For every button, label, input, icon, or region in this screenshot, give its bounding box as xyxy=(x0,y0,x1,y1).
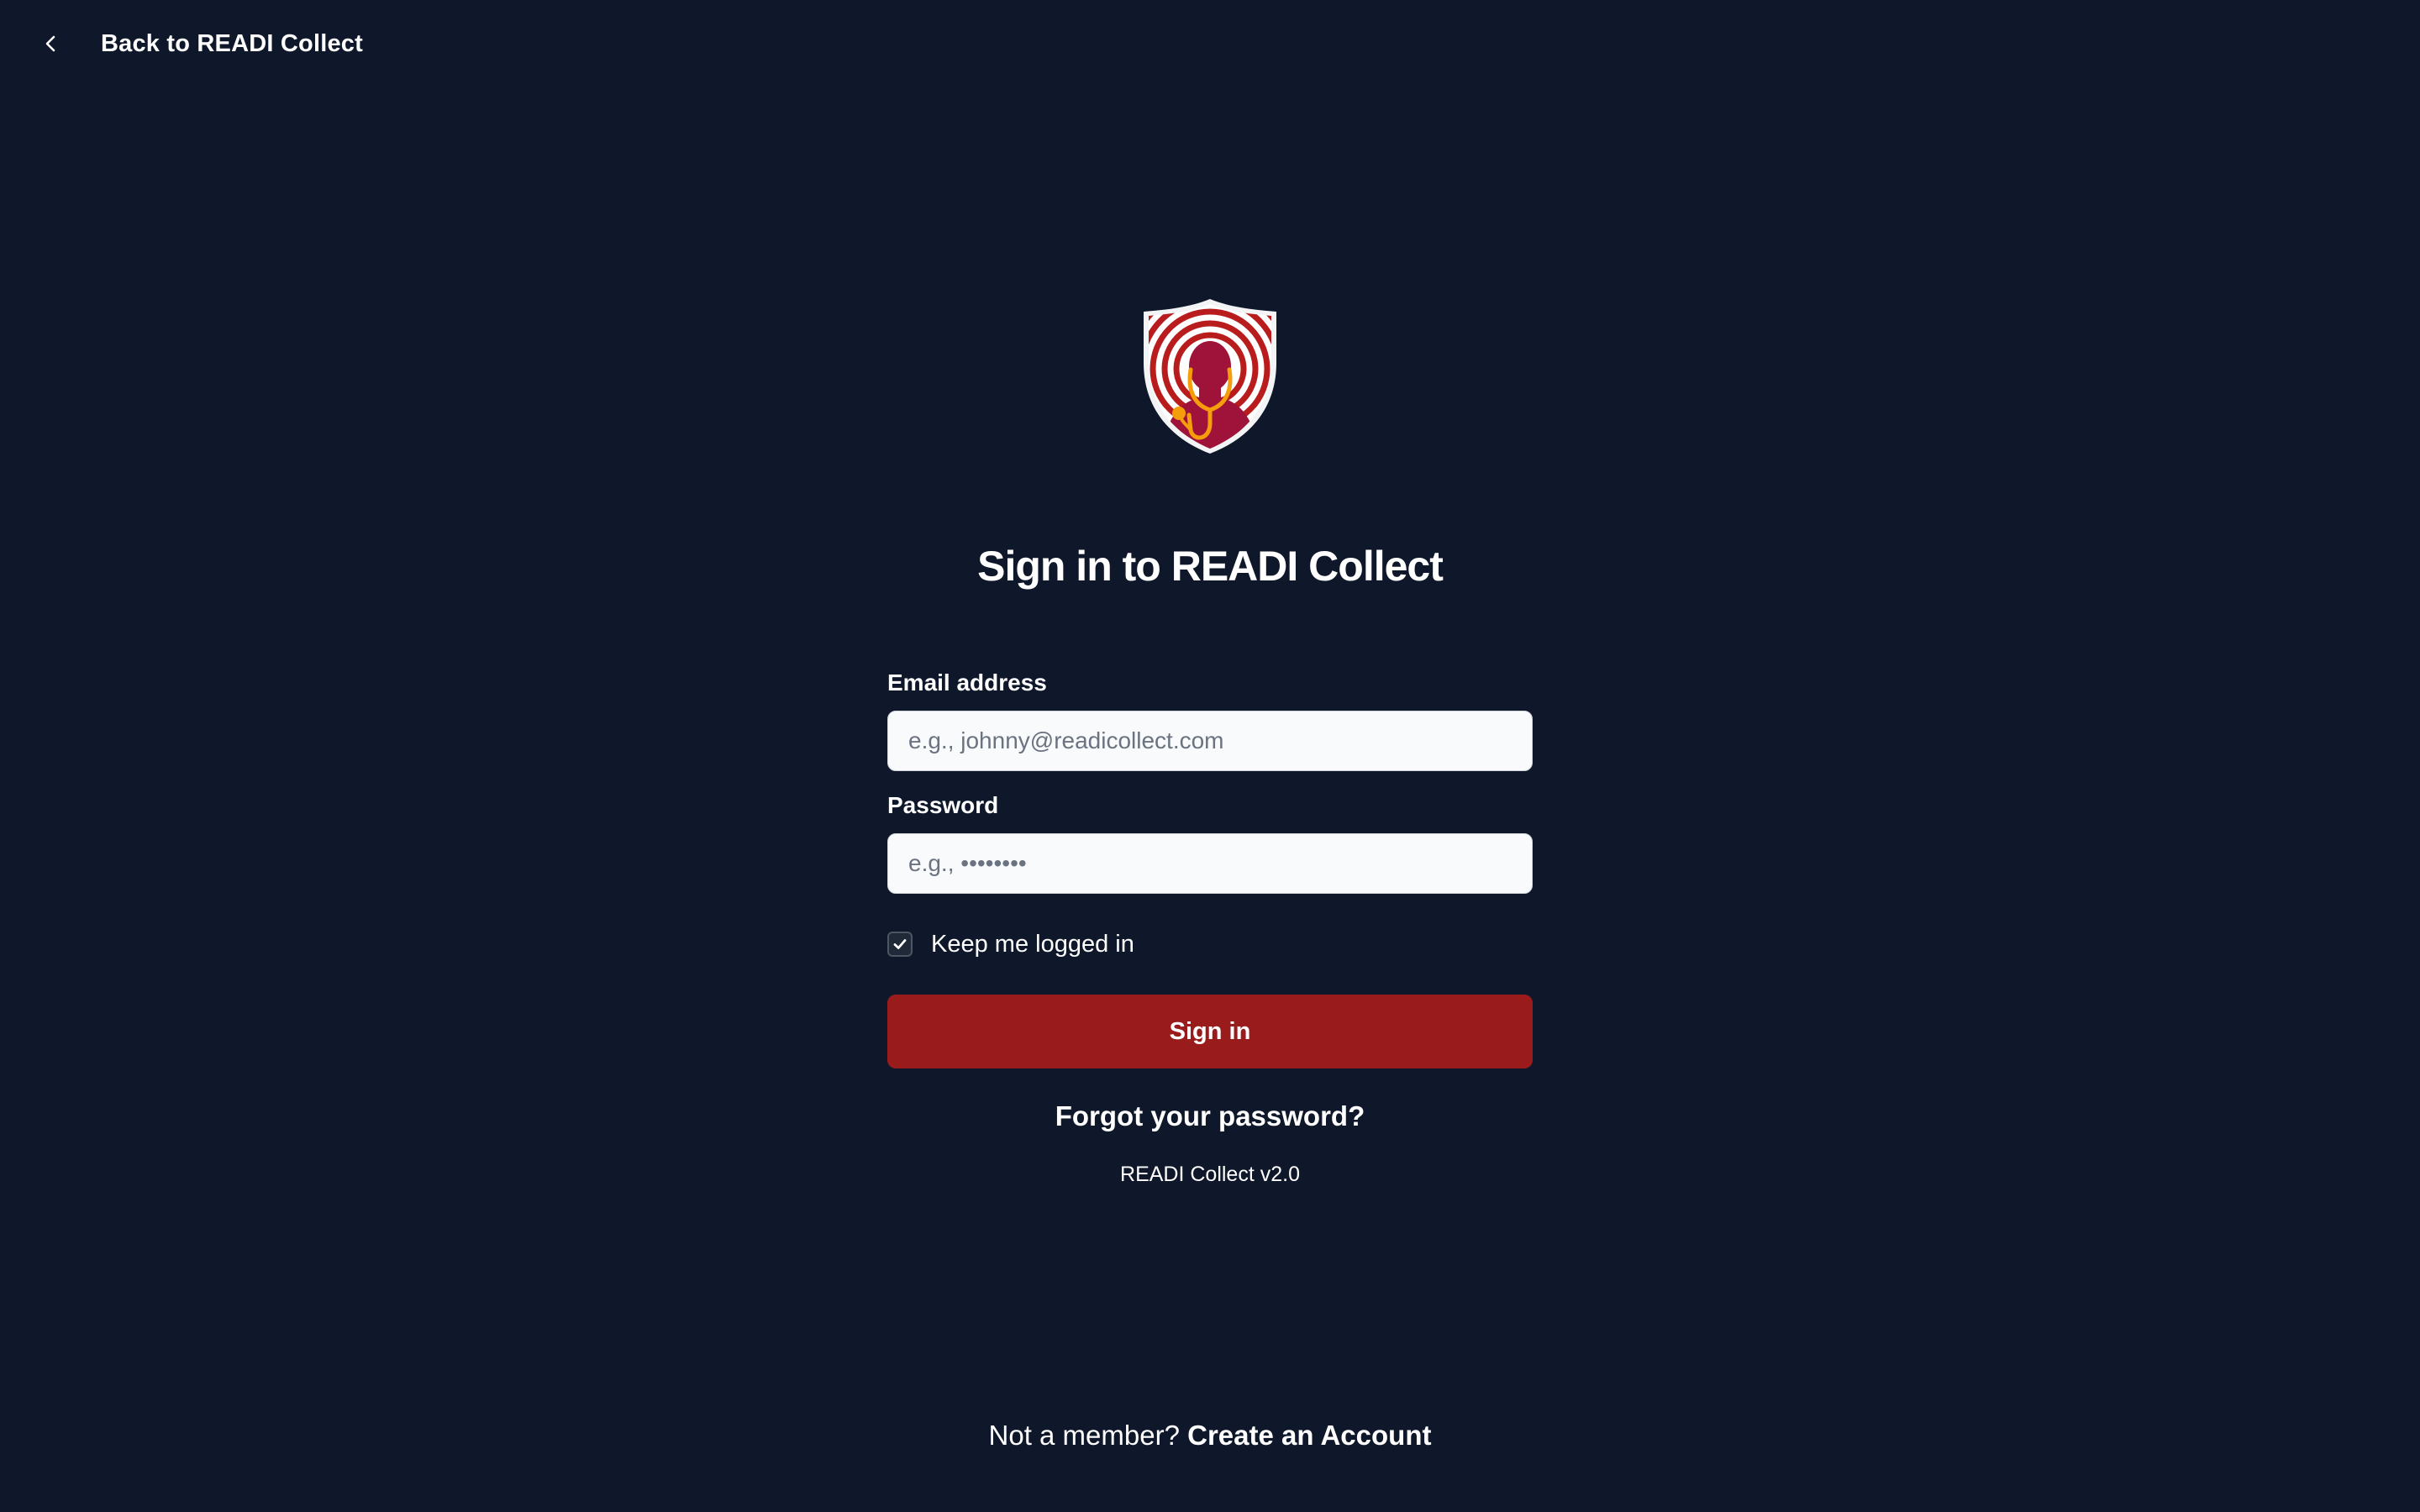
password-label: Password xyxy=(887,792,999,818)
email-field[interactable] xyxy=(887,711,1533,771)
sign-in-button[interactable]: Sign in xyxy=(887,995,1533,1068)
create-account-link[interactable]: Create an Account xyxy=(1187,1420,1431,1451)
keep-logged-in-row: Keep me logged in xyxy=(887,927,1533,961)
forgot-password-link[interactable]: Forgot your password? xyxy=(887,1100,1533,1132)
app-version: READI Collect v2.0 xyxy=(1120,1163,1300,1186)
keep-logged-in-checkbox[interactable] xyxy=(887,932,913,957)
back-link-label: Back to READI Collect xyxy=(101,29,363,57)
sign-in-page: Back to READI Collect Sign in to READI C… xyxy=(0,0,2420,1512)
checkmark-icon xyxy=(893,939,907,949)
page-title: Sign in to READI Collect xyxy=(977,543,1444,590)
keep-logged-in-label[interactable]: Keep me logged in xyxy=(931,931,1134,958)
password-field[interactable] xyxy=(887,833,1533,894)
sign-in-form: Email address Password Keep me logged in… xyxy=(887,669,1533,1187)
readi-collect-logo xyxy=(1139,297,1281,454)
chevron-left-icon xyxy=(39,31,64,56)
not-a-member-text: Not a member? xyxy=(988,1420,1180,1451)
email-label: Email address xyxy=(887,669,1047,696)
footer-signup: Not a member? Create an Account xyxy=(0,1420,2420,1452)
back-to-readi-collect-link[interactable]: Back to READI Collect xyxy=(39,25,363,62)
